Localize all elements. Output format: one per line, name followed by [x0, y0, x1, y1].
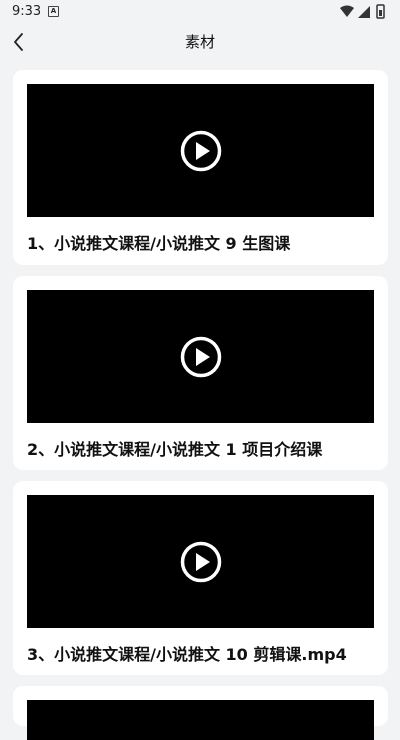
- video-card[interactable]: 1、小说推文课程/小说推文 9 生图课: [13, 70, 388, 265]
- play-icon[interactable]: [180, 541, 222, 583]
- video-title: 3、小说推文课程/小说推文 10 剪辑课.mp4: [27, 645, 347, 664]
- status-time: 9:33: [12, 4, 42, 19]
- video-thumbnail[interactable]: [27, 495, 374, 628]
- video-card-partial[interactable]: [13, 686, 388, 740]
- video-title: 2、小说推文课程/小说推文 1 项目介绍课: [27, 440, 323, 459]
- video-thumbnail[interactable]: [27, 700, 374, 740]
- video-title: 1、小说推文课程/小说推文 9 生图课: [27, 234, 291, 253]
- video-card[interactable]: 3、小说推文课程/小说推文 10 剪辑课.mp4: [13, 481, 388, 675]
- page-title: 素材: [184, 33, 215, 51]
- app-bar: 素材: [0, 24, 400, 60]
- play-icon[interactable]: [180, 336, 222, 378]
- notification-icon: A: [48, 6, 59, 17]
- status-bar: 9:33 A: [0, 0, 400, 24]
- video-thumbnail[interactable]: [27, 84, 374, 217]
- video-card[interactable]: 2、小说推文课程/小说推文 1 项目介绍课: [13, 276, 388, 470]
- play-icon[interactable]: [180, 130, 222, 172]
- wifi-icon: [340, 5, 354, 17]
- video-thumbnail[interactable]: [27, 290, 374, 423]
- status-icons: [340, 4, 385, 19]
- signal-icon: [358, 6, 370, 18]
